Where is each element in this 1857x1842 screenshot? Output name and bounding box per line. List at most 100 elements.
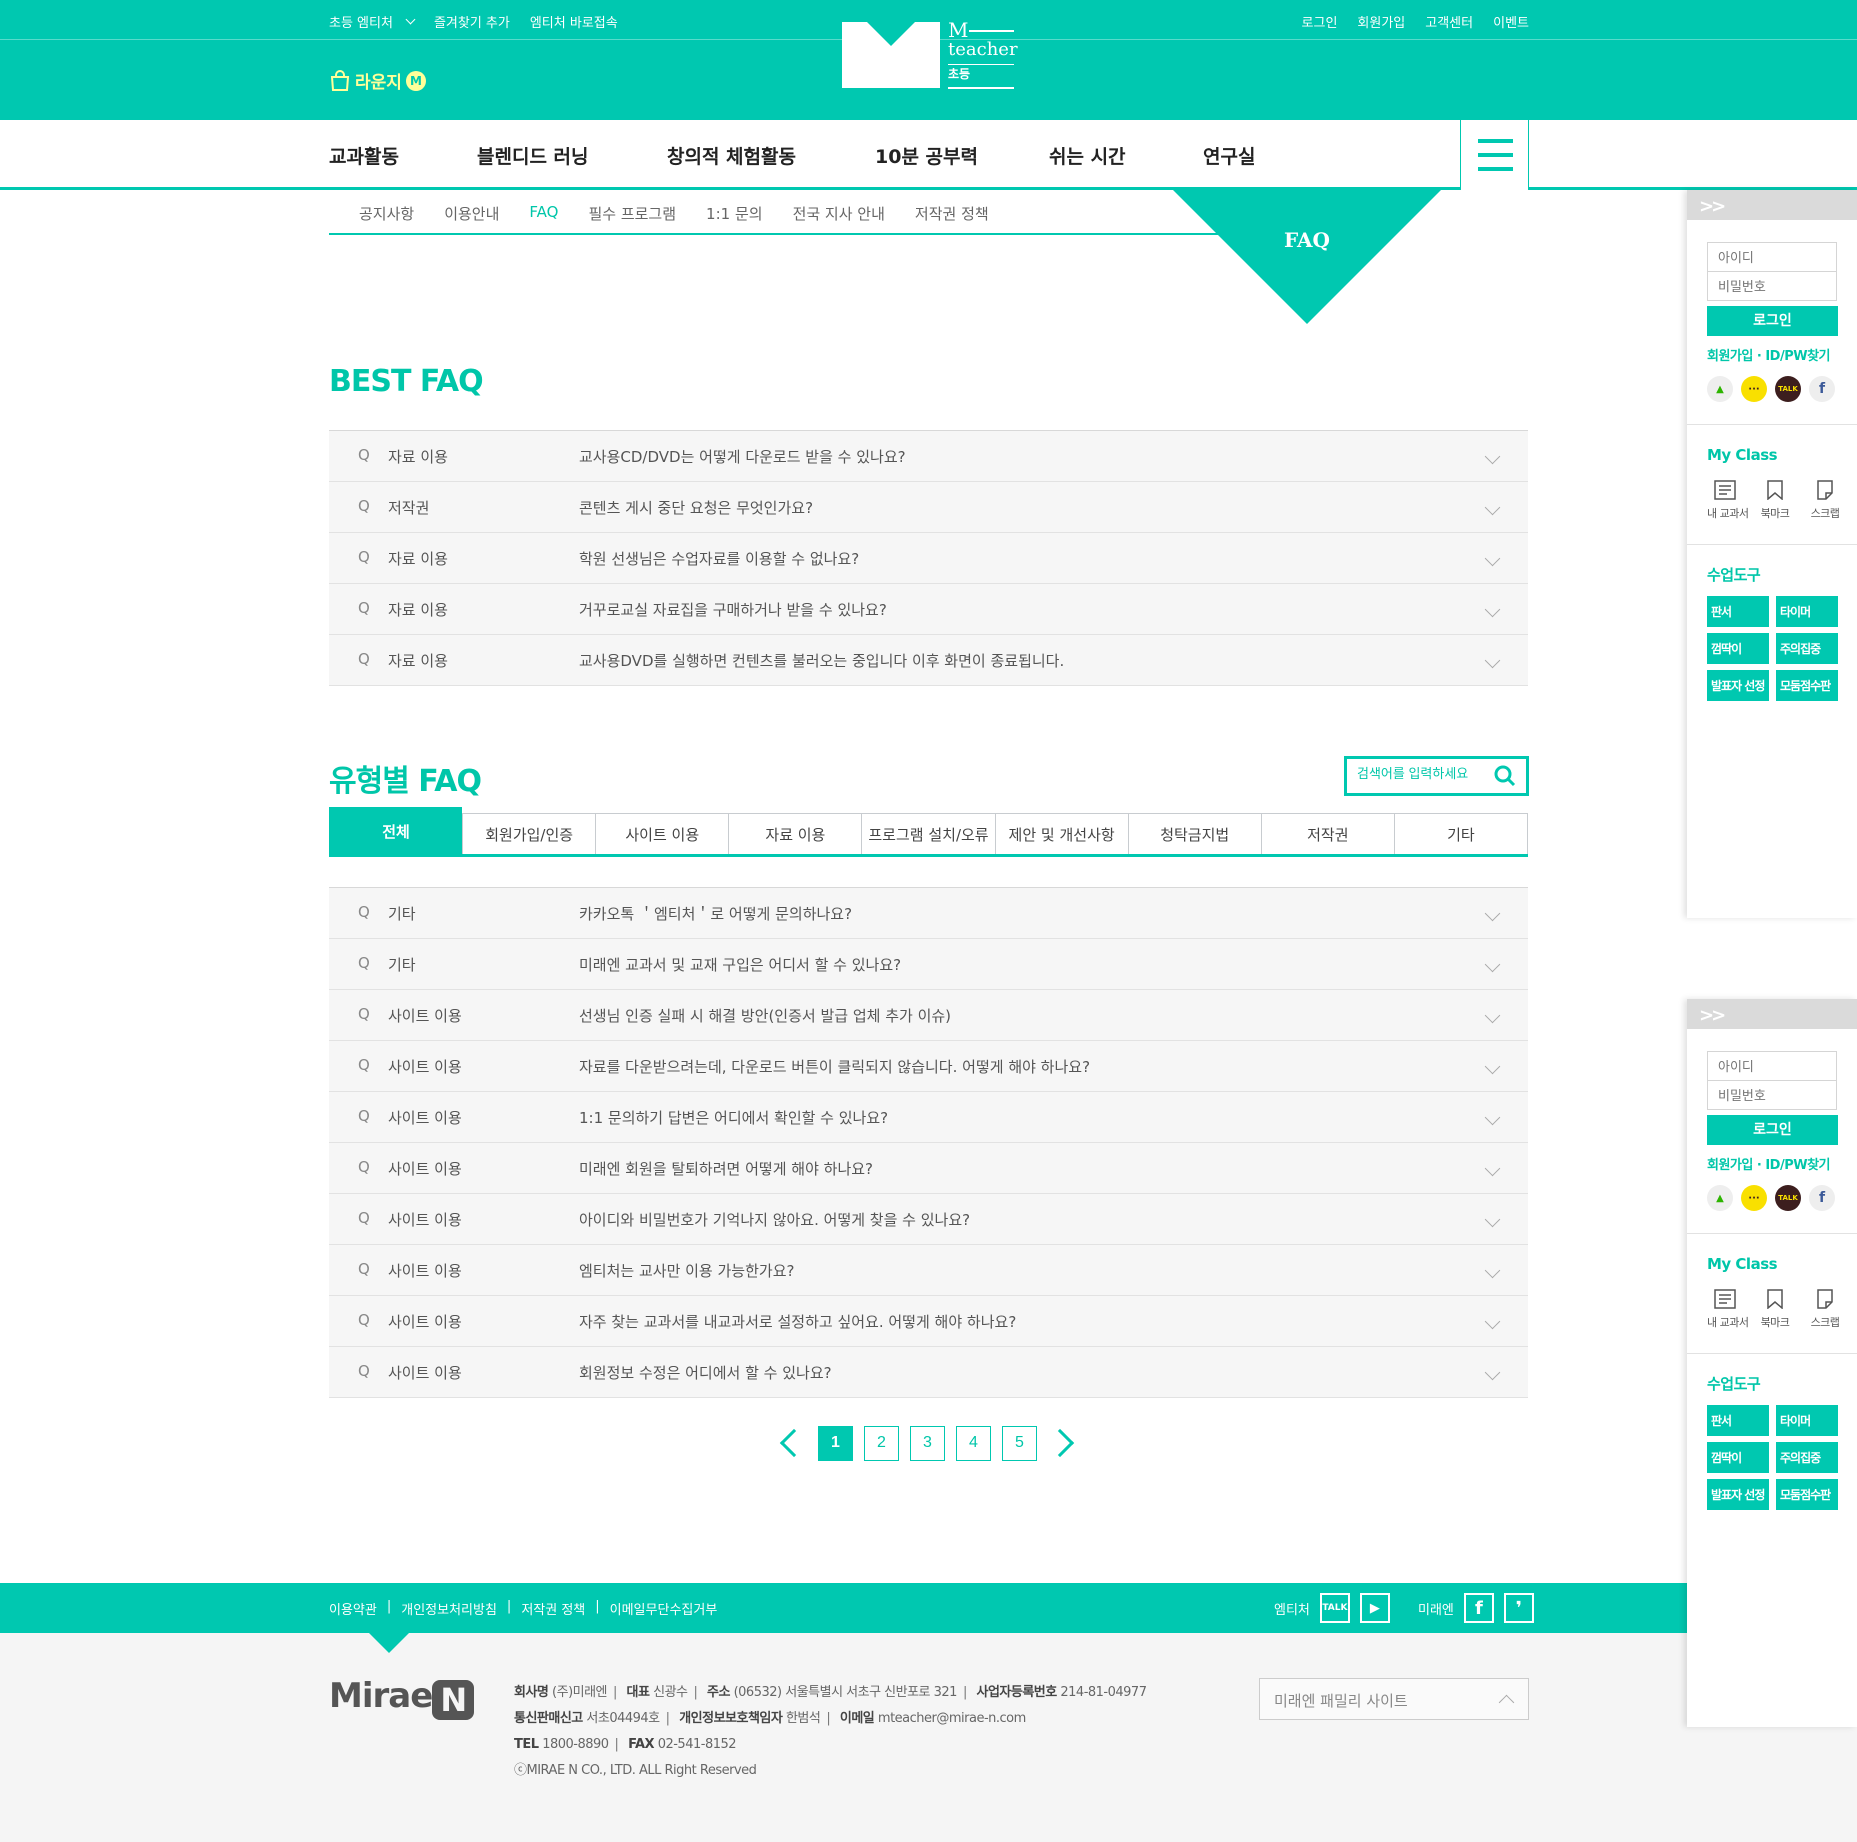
quick-id-input[interactable] (1707, 1051, 1837, 1081)
quick-login-button[interactable]: 로그인 (1707, 306, 1838, 336)
quick-id-input[interactable] (1707, 242, 1837, 272)
gnb-item-blended[interactable]: 블렌디드 러닝 (477, 142, 589, 169)
chevron-down-icon[interactable] (1484, 1313, 1501, 1330)
subnav-program[interactable]: 필수 프로그램 (588, 203, 676, 224)
quick-login-button[interactable]: 로그인 (1707, 1115, 1838, 1145)
terms-link[interactable]: 이용약관 (329, 1599, 377, 1618)
tool-button[interactable]: 발표자 선정 (1707, 670, 1769, 701)
facebook-login-icon[interactable]: f (1809, 376, 1835, 402)
chevron-down-icon[interactable] (1484, 1007, 1501, 1024)
chevron-down-icon[interactable] (1484, 1262, 1501, 1279)
search-icon[interactable] (1494, 765, 1516, 787)
quick-panel-toggle[interactable]: >> (1687, 999, 1857, 1029)
subnav-inquiry[interactable]: 1:1 문의 (706, 203, 763, 224)
play-icon[interactable]: ▶ (1359, 1593, 1390, 1623)
chevron-down-icon[interactable] (1484, 1160, 1501, 1177)
kakao-login-icon[interactable]: ··· (1741, 376, 1767, 402)
tab-2[interactable]: 사이트 이용 (595, 813, 729, 854)
faq-row[interactable]: Q 자료 이용 학원 선생님은 수업자료를 이용할 수 없나요? (329, 533, 1528, 584)
gnb-item-subject[interactable]: 교과활동 (329, 142, 399, 169)
page-number-button[interactable]: 2 (864, 1425, 899, 1461)
faq-search-input[interactable] (1357, 766, 1492, 781)
tool-button[interactable]: 주의집중 (1776, 1442, 1838, 1473)
privacy-link[interactable]: 개인정보처리방침 (401, 1599, 497, 1618)
naver-login-icon[interactable]: ▲ (1707, 376, 1733, 402)
kakaotalk-login-icon[interactable]: TALK (1775, 1185, 1801, 1211)
tab-4[interactable]: 프로그램 설치/오류 (861, 813, 995, 854)
tool-button[interactable]: 판서 (1707, 1405, 1769, 1436)
chevron-down-icon[interactable] (1484, 601, 1501, 618)
mteacher-logo[interactable]: M teacher 초등 (842, 18, 1018, 90)
gnb-item-break[interactable]: 쉬는 시간 (1049, 142, 1126, 169)
faq-row[interactable]: Q 자료 이용 교사용CD/DVD는 어떻게 다운로드 받을 수 있나요? (329, 431, 1528, 482)
chevron-down-icon[interactable] (1484, 499, 1501, 516)
tool-button[interactable]: 타이머 (1776, 1405, 1838, 1436)
myclass-item[interactable]: 내 교과서 (1707, 480, 1749, 521)
tool-button[interactable]: 모둠점수판 (1776, 1479, 1838, 1510)
quick-join-link[interactable]: 회원가입 · ID/PW찾기 (1707, 1154, 1831, 1173)
tab-7[interactable]: 저작권 (1260, 813, 1394, 854)
family-site-select[interactable]: 미래엔 패밀리 사이트 (1259, 1678, 1529, 1720)
tool-button[interactable]: 판서 (1707, 596, 1769, 627)
myclass-item[interactable]: 북마크 (1757, 480, 1793, 521)
faq-row[interactable]: Q 사이트 이용 미래엔 회원을 탈퇴하려면 어떻게 해야 하나요? (329, 1143, 1528, 1194)
miraen-logo[interactable]: Mirae N (329, 1676, 475, 1720)
blog-icon[interactable]: ❜ (1503, 1593, 1534, 1623)
event-link[interactable]: 이벤트 (1493, 12, 1529, 31)
page-number-button[interactable]: 1 (818, 1425, 853, 1461)
facebook-login-icon[interactable]: f (1809, 1185, 1835, 1211)
myclass-item[interactable]: 북마크 (1757, 1289, 1793, 1330)
chevron-down-icon[interactable] (1484, 1109, 1501, 1126)
faq-row[interactable]: Q 사이트 이용 자주 찾는 교과서를 내교과서로 설정하고 싶어요. 어떻게 해야… (329, 1296, 1528, 1347)
chevron-down-icon[interactable] (1484, 550, 1501, 567)
chevron-down-icon[interactable] (1484, 956, 1501, 973)
chevron-down-icon[interactable] (1484, 905, 1501, 922)
tab-3[interactable]: 자료 이용 (728, 813, 862, 854)
signup-link[interactable]: 회원가입 (1357, 12, 1405, 31)
kakao-login-icon[interactable]: ··· (1741, 1185, 1767, 1211)
gnb-item-creative[interactable]: 창의적 체험활동 (667, 142, 796, 169)
gnb-item-10min[interactable]: 10분 공부력 (875, 142, 978, 169)
quick-panel-toggle[interactable]: >> (1687, 190, 1857, 220)
subnav-branch[interactable]: 전국 지사 안내 (793, 203, 885, 224)
faq-row[interactable]: Q 사이트 이용 자료를 다운받으려는데, 다운로드 버튼이 클릭되지 않습니다. … (329, 1041, 1528, 1092)
copyright-link[interactable]: 저작권 정책 (521, 1599, 585, 1618)
page-number-button[interactable]: 3 (910, 1425, 945, 1461)
faq-row[interactable]: Q 자료 이용 교사용DVD를 실행하면 컨텐츠를 불러오는 중입니다 이후 화면이… (329, 635, 1528, 686)
tab-6[interactable]: 청탁금지법 (1127, 813, 1261, 854)
site-select[interactable]: 초등 엠티처 (329, 12, 393, 31)
faq-row[interactable]: Q 기타 미래엔 교과서 및 교재 구입은 어디서 할 수 있나요? (329, 939, 1528, 990)
tool-button[interactable]: 껌딱이 (1707, 633, 1769, 664)
myclass-item[interactable]: 스크랩 (1807, 1289, 1843, 1330)
tab-5[interactable]: 제안 및 개선사항 (994, 813, 1128, 854)
email-refuse-link[interactable]: 이메일무단수집거부 (610, 1599, 718, 1618)
bookmark-link[interactable]: 즐겨찾기 추가 (434, 12, 510, 31)
faq-row[interactable]: Q 사이트 이용 1:1 문의하기 답변은 어디에서 확인할 수 있나요? (329, 1092, 1528, 1143)
gnb-item-lab[interactable]: 연구실 (1203, 142, 1255, 169)
tab-8[interactable]: 기타 (1393, 813, 1528, 854)
hamburger-menu-button[interactable] (1460, 120, 1529, 190)
page-number-button[interactable]: 5 (1002, 1425, 1037, 1461)
tool-button[interactable]: 모둠점수판 (1776, 670, 1838, 701)
chevron-down-icon[interactable] (1484, 448, 1501, 465)
prev-page-button[interactable] (768, 1425, 818, 1461)
customer-center-link[interactable]: 고객센터 (1425, 12, 1473, 31)
faq-row[interactable]: Q 자료 이용 거꾸로교실 자료집을 구매하거나 받을 수 있나요? (329, 584, 1528, 635)
chevron-down-icon[interactable] (1484, 1364, 1501, 1381)
subnav-guide[interactable]: 이용안내 (444, 203, 499, 224)
faq-row[interactable]: Q 저작권 콘텐츠 게시 중단 요청은 무엇인가요? (329, 482, 1528, 533)
next-page-button[interactable] (1045, 1425, 1098, 1461)
tool-button[interactable]: 타이머 (1776, 596, 1838, 627)
naver-login-icon[interactable]: ▲ (1707, 1185, 1733, 1211)
quick-pw-input[interactable] (1707, 1080, 1837, 1110)
faq-row[interactable]: Q 사이트 이용 선생님 인증 실패 시 해결 방안(인증서 발급 업체 추가 이슈… (329, 990, 1528, 1041)
chevron-down-icon[interactable] (1484, 1211, 1501, 1228)
page-number-button[interactable]: 4 (956, 1425, 991, 1461)
quick-access-link[interactable]: 엠티처 바로접속 (530, 12, 618, 31)
subnav-faq[interactable]: FAQ (529, 203, 558, 224)
talk-icon[interactable]: TALK (1319, 1593, 1350, 1623)
faq-row[interactable]: Q 사이트 이용 아이디와 비밀번호가 기억나지 않아요. 어떻게 찾을 수 있나요… (329, 1194, 1528, 1245)
chevron-down-icon[interactable] (1484, 652, 1501, 669)
subnav-notice[interactable]: 공지사항 (359, 203, 414, 224)
tab-1[interactable]: 회원가입/인증 (462, 813, 596, 854)
